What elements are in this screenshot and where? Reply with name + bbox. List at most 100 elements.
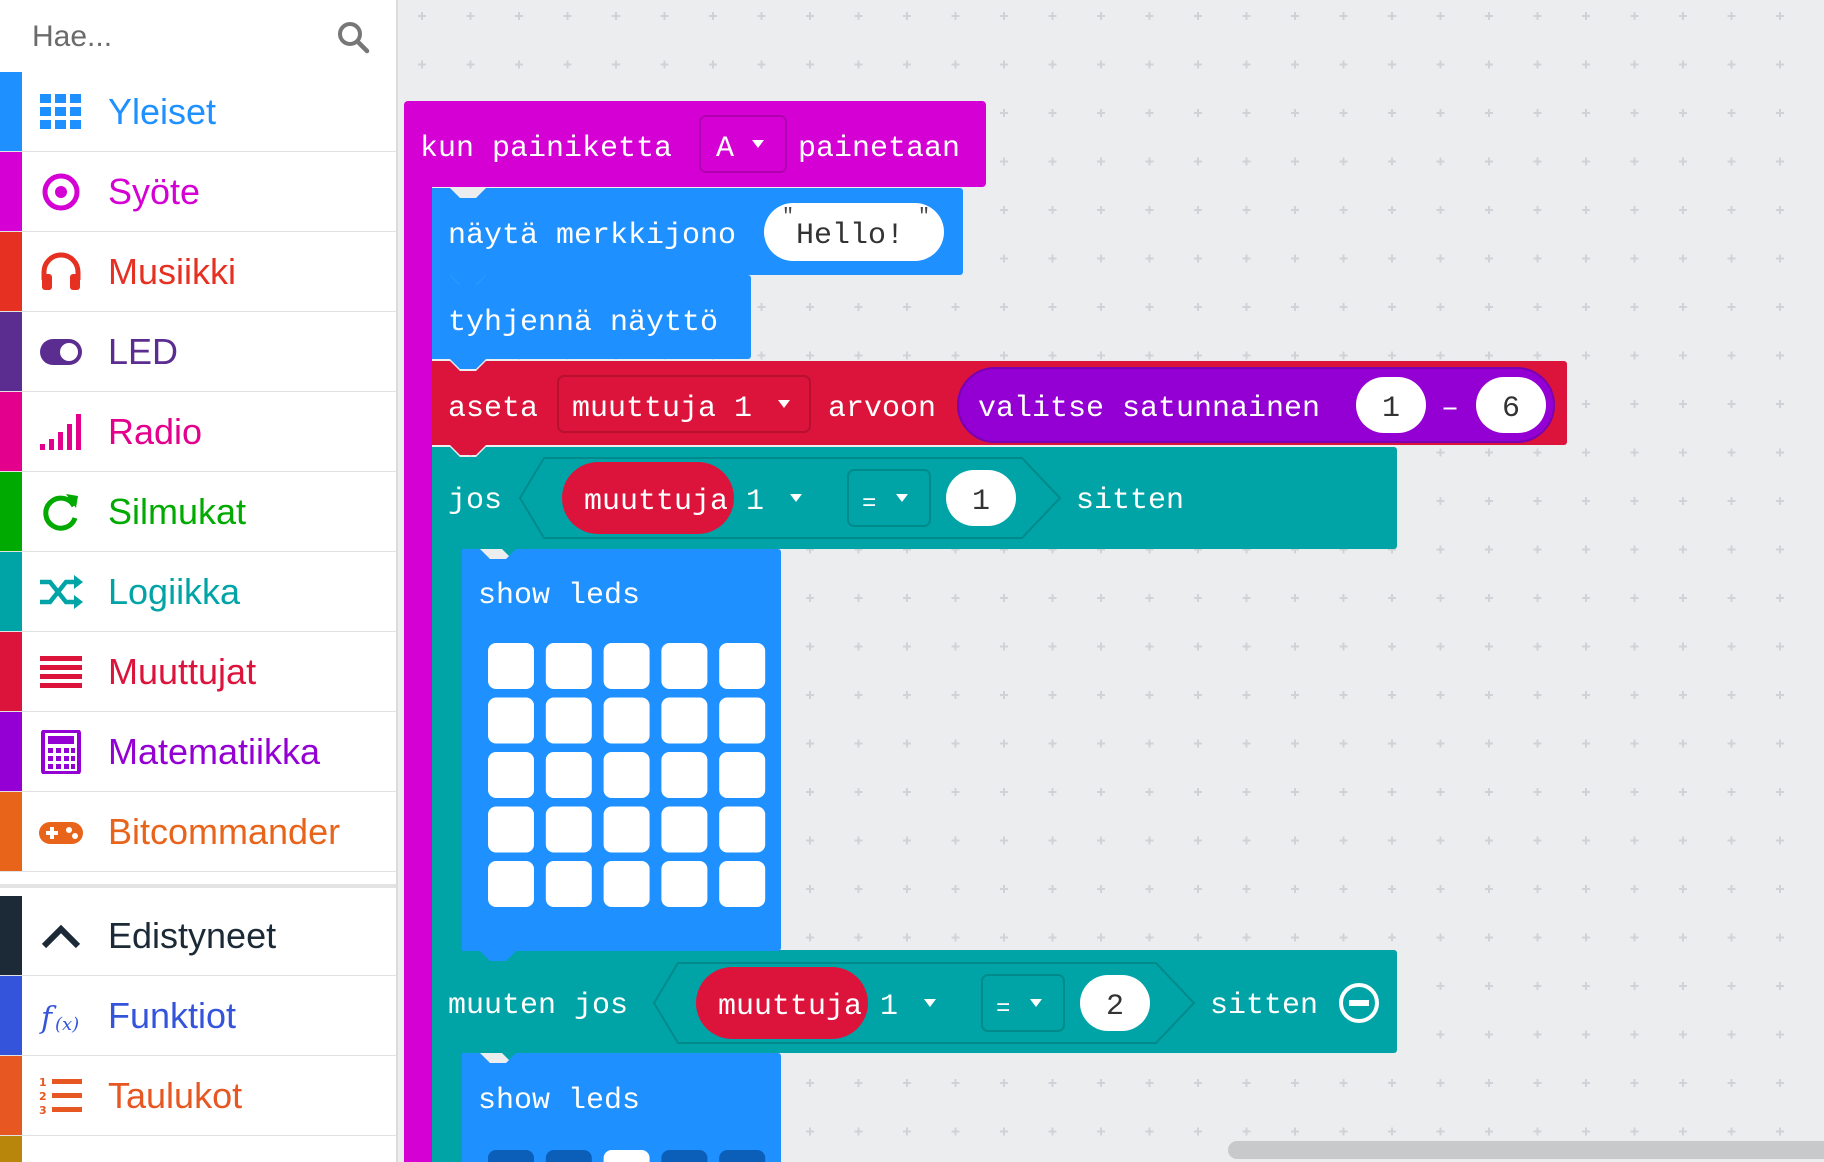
svg-text:1: 1 bbox=[39, 1076, 47, 1089]
category-partial[interactable] bbox=[0, 1136, 396, 1162]
svg-text:2: 2 bbox=[39, 1090, 47, 1103]
category-silmukat[interactable]: Silmukat bbox=[0, 472, 396, 552]
led-cell[interactable] bbox=[661, 697, 708, 744]
category-label: Yleiset bbox=[108, 91, 217, 132]
led-cell[interactable] bbox=[545, 697, 592, 744]
led-cell[interactable] bbox=[719, 697, 766, 744]
category-syote[interactable]: Syöte bbox=[0, 152, 396, 232]
button-dropdown-value: A bbox=[716, 132, 734, 166]
if-prefix-text: jos bbox=[448, 484, 502, 518]
category-bitcommander[interactable]: Bitcommander bbox=[0, 792, 396, 872]
led-cell[interactable] bbox=[719, 643, 766, 689]
led-cell[interactable] bbox=[661, 643, 708, 689]
svg-text:": " bbox=[782, 206, 794, 229]
clear-screen-block[interactable]: tyhjennä näyttö bbox=[432, 275, 751, 369]
list-lines-icon bbox=[40, 656, 82, 688]
led-grid[interactable] bbox=[488, 1150, 766, 1162]
led-cell[interactable] bbox=[488, 643, 534, 689]
operator-value: = bbox=[996, 996, 1010, 1023]
led-cell[interactable] bbox=[488, 752, 534, 798]
chevron-up-icon bbox=[41, 924, 81, 949]
show-string-block[interactable]: näytä merkkijono " Hello! " bbox=[432, 188, 963, 285]
category-led[interactable]: LED bbox=[0, 312, 396, 392]
show-leds-block[interactable]: show leds bbox=[462, 549, 781, 961]
led-cell[interactable] bbox=[603, 806, 650, 853]
led-cell[interactable] bbox=[661, 1150, 708, 1162]
led-cell[interactable] bbox=[603, 697, 650, 744]
led-cell[interactable] bbox=[545, 806, 592, 853]
category-yleiset[interactable]: Yleiset bbox=[0, 72, 396, 152]
led-cell[interactable] bbox=[661, 861, 708, 907]
signal-bars-icon bbox=[40, 414, 81, 450]
random-separator: – bbox=[1441, 392, 1459, 426]
led-cell[interactable] bbox=[603, 643, 650, 689]
led-cell[interactable] bbox=[719, 861, 766, 907]
operator-dropdown[interactable] bbox=[981, 974, 1065, 1032]
led-cell[interactable] bbox=[603, 861, 650, 907]
calculator-icon bbox=[41, 730, 81, 774]
show-leds-label: show leds bbox=[478, 1084, 640, 1118]
category-label: Funktiot bbox=[108, 995, 237, 1036]
random-from-value: 1 bbox=[1382, 392, 1400, 426]
led-cell[interactable] bbox=[545, 1150, 592, 1162]
gamepad-icon bbox=[39, 822, 83, 844]
led-cell[interactable] bbox=[545, 643, 592, 689]
button-dropdown[interactable] bbox=[699, 115, 787, 173]
category-funktiot[interactable]: f (x) Funktiot bbox=[0, 976, 396, 1056]
led-cell[interactable] bbox=[603, 752, 650, 798]
led-cell[interactable] bbox=[661, 806, 708, 853]
led-cell[interactable] bbox=[488, 806, 534, 853]
horizontal-scrollbar[interactable] bbox=[1228, 1141, 1824, 1159]
random-label: valitse satunnainen bbox=[978, 392, 1320, 426]
event-suffix-text: painetaan bbox=[798, 132, 960, 166]
category-radio[interactable]: Radio bbox=[0, 392, 396, 472]
category-taulukot[interactable]: 123 Taulukot bbox=[0, 1056, 396, 1136]
category-label: Logiikka bbox=[108, 571, 241, 612]
led-cell[interactable] bbox=[719, 806, 766, 853]
operator-dropdown[interactable] bbox=[847, 469, 931, 527]
set-middle-text: arvoon bbox=[828, 392, 936, 426]
show-leds-label: show leds bbox=[478, 579, 640, 613]
category-edistyneet[interactable]: Edistyneet bbox=[0, 896, 396, 976]
if-suffix-text: sitten bbox=[1076, 484, 1184, 518]
string-value: Hello! bbox=[796, 219, 904, 253]
category-logiikka[interactable]: Logiikka bbox=[0, 552, 396, 632]
search-bar bbox=[0, 0, 396, 72]
toggle-icon bbox=[40, 339, 82, 365]
headphones-icon bbox=[41, 252, 81, 290]
led-cell[interactable] bbox=[661, 752, 708, 798]
category-matematiikka[interactable]: Matematiikka bbox=[0, 712, 396, 792]
show-string-label: näytä merkkijono bbox=[448, 219, 736, 253]
toolbox: Yleiset Syöte Musiikki LED bbox=[0, 0, 398, 1162]
led-cell[interactable] bbox=[488, 1150, 534, 1162]
category-label: Bitcommander bbox=[108, 811, 341, 852]
refresh-icon bbox=[43, 494, 78, 531]
compare-value: 2 bbox=[1106, 990, 1124, 1024]
led-cell[interactable] bbox=[488, 697, 534, 744]
led-cell[interactable] bbox=[545, 752, 592, 798]
else-if-suffix-text: sitten bbox=[1210, 989, 1318, 1023]
led-cell[interactable] bbox=[545, 861, 592, 907]
function-icon: f (x) bbox=[39, 1001, 79, 1036]
led-cell[interactable] bbox=[488, 861, 534, 907]
category-label: LED bbox=[108, 331, 179, 372]
led-cell[interactable] bbox=[603, 1150, 650, 1162]
toolbox-divider bbox=[0, 884, 396, 888]
target-icon bbox=[42, 173, 80, 211]
blocks-workspace[interactable]: kun painiketta A painetaan näytä merkkij… bbox=[398, 0, 1824, 1162]
search-icon[interactable] bbox=[336, 20, 370, 54]
random-to-value: 6 bbox=[1502, 392, 1520, 426]
led-cell[interactable] bbox=[719, 1150, 766, 1162]
show-leds-block[interactable]: show leds bbox=[462, 1053, 781, 1162]
else-if-prefix-text: muuten jos bbox=[448, 989, 628, 1023]
set-prefix-text: aseta bbox=[448, 392, 538, 426]
category-label: Musiikki bbox=[108, 251, 237, 292]
led-cell[interactable] bbox=[719, 752, 766, 798]
led-grid[interactable] bbox=[488, 643, 766, 907]
set-variable-block[interactable]: aseta muuttuja 1 arvoon valitse satunnai… bbox=[432, 361, 1567, 455]
search-input[interactable] bbox=[30, 14, 324, 60]
category-musiikki[interactable]: Musiikki bbox=[0, 232, 396, 312]
category-label: Matematiikka bbox=[108, 731, 321, 772]
svg-text:3: 3 bbox=[39, 1104, 47, 1117]
category-muuttujat[interactable]: Muuttujat bbox=[0, 632, 396, 712]
